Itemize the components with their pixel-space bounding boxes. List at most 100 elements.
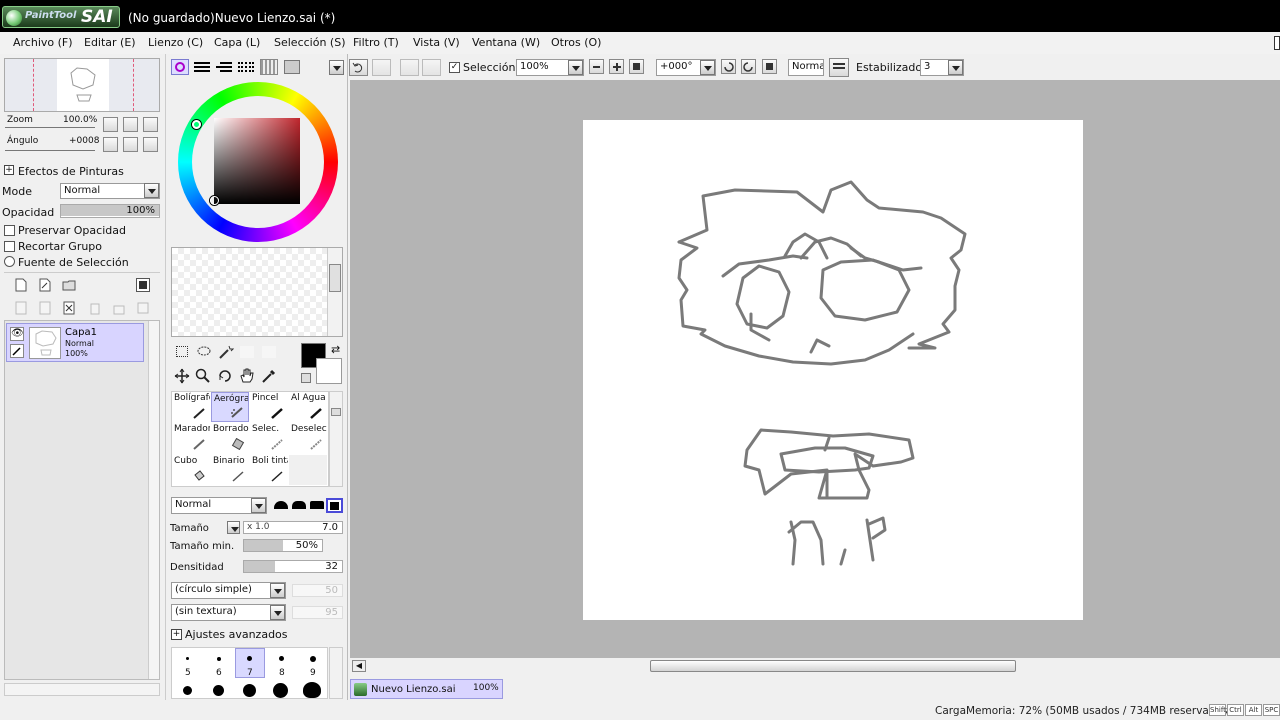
edge-firm-icon[interactable] — [310, 501, 324, 509]
density-slider[interactable]: 32 — [243, 560, 343, 573]
reset-colors-icon[interactable] — [301, 373, 311, 383]
size-dot[interactable] — [303, 682, 321, 698]
eyedropper-icon[interactable] — [261, 368, 277, 384]
color-marker[interactable] — [210, 196, 219, 205]
canvas-zoom-out-button[interactable] — [589, 59, 604, 74]
layer-list-scrollbar[interactable] — [148, 321, 159, 679]
tool-watercolor[interactable]: Al Agua — [289, 392, 327, 422]
menu-ventana[interactable]: Ventana (W) — [472, 36, 540, 49]
transfer-down-icon[interactable] — [14, 301, 28, 315]
clip-group-checkbox[interactable] — [4, 241, 15, 252]
canvas-zoom-in-button[interactable] — [609, 59, 624, 74]
brush-texture-select[interactable]: (sin textura) — [171, 604, 286, 621]
hand-tool-icon[interactable] — [239, 367, 255, 384]
size-multiplier-dropdown[interactable] — [227, 521, 240, 534]
menu-filtro[interactable]: Filtro (T) — [353, 36, 399, 49]
size-slider[interactable]: x 1.0 7.0 — [243, 521, 343, 534]
layer-list-hscrollbar[interactable] — [4, 683, 160, 696]
min-size-slider[interactable]: 50% — [243, 539, 323, 552]
deselect-button[interactable] — [400, 59, 419, 76]
canvas-rotate-right-button[interactable] — [741, 59, 756, 74]
size-dot[interactable] — [310, 656, 316, 662]
hsv-sliders-tab[interactable] — [216, 60, 232, 74]
brush-shape-strength[interactable]: 50 — [292, 584, 343, 597]
size-dot[interactable] — [217, 657, 221, 661]
merge-down-icon[interactable] — [38, 301, 52, 315]
lasso-icon[interactable] — [196, 345, 212, 359]
canvas-hscrollbar[interactable]: ◀ — [350, 658, 1280, 674]
menu-seleccion[interactable]: Selección (S) — [274, 36, 346, 49]
canvas-rotate-left-button[interactable] — [721, 59, 736, 74]
menu-editar[interactable]: Editar (E) — [84, 36, 136, 49]
edge-medium-icon[interactable] — [292, 501, 306, 509]
chevron-down-icon[interactable] — [270, 583, 285, 598]
chevron-down-icon[interactable] — [270, 605, 285, 620]
tool-ink-pen[interactable]: Boli tinta — [250, 455, 288, 485]
size-dot[interactable] — [243, 684, 256, 697]
edge-soft-icon[interactable] — [274, 501, 288, 509]
menu-otros[interactable]: Otros (O) — [551, 36, 601, 49]
tool-ballpoint[interactable]: Bolígrafo — [172, 392, 210, 422]
tool-bucket[interactable]: Cubo — [172, 455, 210, 485]
new-folder-icon[interactable] — [62, 278, 76, 292]
swap-colors-icon[interactable]: ⇄ — [331, 343, 340, 356]
canvas-rotate-reset-button[interactable] — [762, 59, 777, 74]
zoom-out-button[interactable] — [103, 117, 118, 132]
redo-button[interactable] — [372, 59, 391, 76]
menu-capa[interactable]: Capa (L) — [214, 36, 260, 49]
expand-plus-icon[interactable]: + — [171, 629, 182, 640]
magic-wand-icon[interactable] — [218, 345, 234, 359]
size-dot[interactable] — [279, 656, 284, 661]
layer-mask-icon[interactable] — [136, 278, 150, 292]
zoom-tool-icon[interactable] — [195, 368, 211, 384]
layer-row[interactable]: 👁 Capa1 Normal 100% — [6, 323, 144, 362]
opacity-slider[interactable]: 100% — [60, 204, 160, 218]
tool-eraser[interactable]: Borrador — [211, 423, 249, 453]
menu-vista[interactable]: Vista (V) — [413, 36, 460, 49]
tool-grid-scrollbar[interactable] — [329, 391, 343, 487]
secondary-color-swatch[interactable] — [316, 358, 342, 384]
tool-select[interactable]: Selec. — [250, 423, 288, 453]
canvas-hscroll-thumb[interactable] — [650, 660, 1016, 672]
size-dot[interactable] — [247, 656, 252, 661]
undo-button[interactable] — [349, 59, 368, 76]
palette-scrollbar[interactable] — [327, 248, 342, 336]
new-layer-icon[interactable] — [14, 278, 28, 292]
tool-brush[interactable]: Pincel — [250, 392, 288, 422]
hue-marker[interactable] — [192, 120, 201, 129]
tool-grid-scroll-thumb[interactable] — [331, 408, 341, 416]
rotate-right-button[interactable] — [123, 137, 138, 152]
brush-lock-icon[interactable] — [10, 344, 24, 358]
flip-canvas-button[interactable] — [829, 58, 849, 77]
edge-hard-icon[interactable] — [326, 498, 343, 513]
chevron-down-icon[interactable] — [948, 60, 963, 75]
saturation-value-square[interactable] — [214, 118, 300, 204]
invert-selection-button[interactable] — [422, 59, 441, 76]
size-dot[interactable] — [183, 686, 192, 695]
size-dot[interactable] — [213, 685, 224, 696]
size-dot[interactable] — [186, 657, 189, 660]
document-tab[interactable]: Nuevo Lienzo.sai 100% — [350, 679, 503, 699]
color-wheel-tab[interactable] — [171, 59, 189, 75]
menu-lienzo[interactable]: Lienzo (C) — [148, 36, 203, 49]
layer-settings-icon[interactable] — [136, 301, 150, 315]
move-icon[interactable] — [174, 368, 190, 384]
scratch-palette[interactable] — [171, 247, 343, 337]
presets-scrollbar[interactable] — [329, 647, 343, 699]
zoom-in-button[interactable] — [123, 117, 138, 132]
effects-label[interactable]: Efectos de Pinturas — [18, 165, 124, 178]
lock-layer-icon[interactable] — [112, 301, 126, 315]
brush-shape-select[interactable]: (círculo simple) — [171, 582, 286, 599]
tool-deselect[interactable]: Deselec. — [289, 423, 327, 453]
rotate-reset-button[interactable] — [143, 137, 158, 152]
rotate-tool-icon[interactable] — [217, 368, 233, 384]
color-panel-menu-button[interactable] — [329, 60, 344, 75]
size-dot[interactable] — [273, 683, 288, 698]
advanced-settings-label[interactable]: Ajustes avanzados — [185, 628, 288, 641]
chevron-down-icon[interactable] — [144, 183, 159, 198]
zoom-reset-button[interactable] — [143, 117, 158, 132]
new-linework-layer-icon[interactable] — [38, 278, 52, 292]
selection-source-radio[interactable] — [4, 256, 15, 267]
scratchpad-tab[interactable] — [284, 60, 300, 74]
selection-checkbox[interactable]: ✓ — [449, 62, 460, 73]
